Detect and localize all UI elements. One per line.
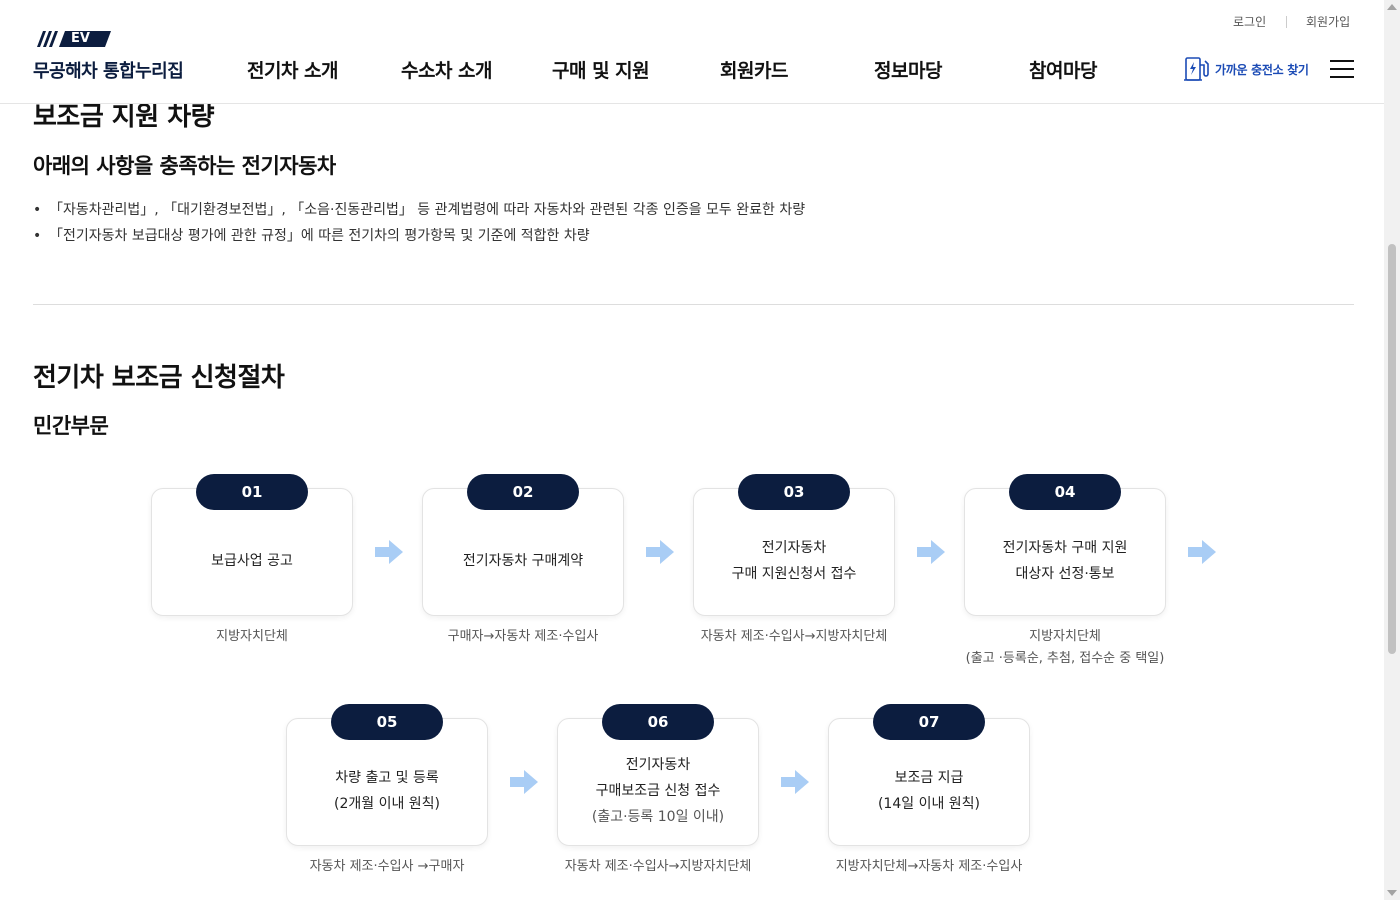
arrow-right-icon bbox=[375, 540, 403, 564]
step-text: 전기자동차 구매계약 bbox=[462, 553, 584, 569]
site-header: EV 무공해차 통합누리집 로그인 회원가입 전기차 소개 수소차 소개 구매 … bbox=[0, 0, 1384, 104]
scrollbar[interactable] bbox=[1384, 0, 1400, 900]
step-text: 대상자 선정·통보 bbox=[1015, 566, 1115, 582]
scrollbar-thumb[interactable] bbox=[1388, 244, 1396, 654]
step-number: 03 bbox=[738, 474, 850, 510]
step-text: 전기자동차 bbox=[761, 540, 827, 556]
step-text: 보조금 지급 bbox=[894, 770, 964, 786]
step-text: 전기자동차 구매 지원 bbox=[1002, 540, 1128, 556]
step-number: 01 bbox=[196, 474, 308, 510]
signup-link[interactable]: 회원가입 bbox=[1306, 13, 1350, 30]
arrow-right-icon bbox=[917, 540, 945, 564]
logo[interactable]: EV bbox=[33, 29, 113, 53]
step-actor: 지방자치단체→자동차 제조·수입사 bbox=[768, 856, 1090, 878]
requirement-item: 「자동차관리법」, 「대기환경보전법」, 「소음·진동관리법」 등 관계법령에 … bbox=[33, 200, 805, 226]
requirement-item: 「전기자동차 보급대상 평가에 관한 규정」에 따른 전기차의 평가항목 및 기… bbox=[33, 226, 805, 252]
step-text: 구매보조금 신청 접수 bbox=[595, 783, 721, 799]
find-charger-label: 가까운 충전소 찾기 bbox=[1215, 62, 1309, 77]
step-actor-line: 지방자치단체 bbox=[1029, 629, 1101, 644]
section-title-application-procedure: 전기차 보조금 신청절차 bbox=[33, 363, 285, 393]
step-actor-line: (출고 ·등록순, 추첨, 접수순 중 택일) bbox=[965, 651, 1165, 666]
section-subtitle-private-sector: 민간부문 bbox=[33, 414, 109, 438]
nav-hydrogen-intro[interactable]: 수소차 소개 bbox=[401, 56, 493, 83]
step-text: (출고·등록 10일 이내) bbox=[591, 809, 725, 825]
logo-text[interactable]: 무공해차 통합누리집 bbox=[33, 57, 184, 83]
nav-member-card[interactable]: 회원카드 bbox=[720, 56, 788, 83]
step-number: 05 bbox=[331, 704, 443, 740]
logo-badge: EV bbox=[71, 31, 90, 46]
section-subtitle-requirements: 아래의 사항을 충족하는 전기자동차 bbox=[33, 154, 336, 178]
step-number: 07 bbox=[873, 704, 985, 740]
scroll-up-icon[interactable] bbox=[1387, 4, 1397, 10]
scroll-down-icon[interactable] bbox=[1387, 890, 1397, 896]
login-link[interactable]: 로그인 bbox=[1233, 13, 1266, 30]
nav-participation[interactable]: 참여마당 bbox=[1029, 56, 1097, 83]
step-text: 보급사업 공고 bbox=[211, 553, 293, 569]
requirements-list: 「자동차관리법」, 「대기환경보전법」, 「소음·진동관리법」 등 관계법령에 … bbox=[33, 200, 805, 252]
step-text: 구매 지원신청서 접수 bbox=[731, 566, 857, 582]
step-number: 04 bbox=[1009, 474, 1121, 510]
menu-icon[interactable] bbox=[1330, 60, 1354, 78]
arrow-right-icon bbox=[1188, 540, 1216, 564]
step-text: 차량 출고 및 등록 bbox=[335, 770, 439, 786]
arrow-right-icon bbox=[510, 770, 538, 794]
step-actor: 지방자치단체 (출고 ·등록순, 추첨, 접수순 중 택일) bbox=[904, 626, 1226, 670]
step-text: (14일 이내 원칙) bbox=[877, 796, 981, 812]
nav-ev-intro[interactable]: 전기차 소개 bbox=[247, 56, 339, 83]
arrow-right-icon bbox=[781, 770, 809, 794]
arrow-right-icon bbox=[646, 540, 674, 564]
charging-station-icon bbox=[1184, 57, 1209, 81]
nav-information[interactable]: 정보마당 bbox=[874, 56, 942, 83]
util-divider bbox=[1286, 16, 1287, 28]
step-actor-line: 지방자치단체→자동차 제조·수입사 bbox=[835, 859, 1023, 874]
step-text: 전기자동차 bbox=[625, 757, 691, 773]
step-text: (2개월 이내 원칙) bbox=[333, 796, 440, 812]
find-charger-button[interactable]: 가까운 충전소 찾기 bbox=[1183, 55, 1309, 83]
section-divider bbox=[33, 304, 1354, 305]
page-content: 보조금 지원 차량 아래의 사항을 충족하는 전기자동차 「자동차관리법」, 「… bbox=[0, 0, 1384, 900]
nav-purchase-support[interactable]: 구매 및 지원 bbox=[552, 56, 650, 83]
step-number: 06 bbox=[602, 704, 714, 740]
step-number: 02 bbox=[467, 474, 579, 510]
